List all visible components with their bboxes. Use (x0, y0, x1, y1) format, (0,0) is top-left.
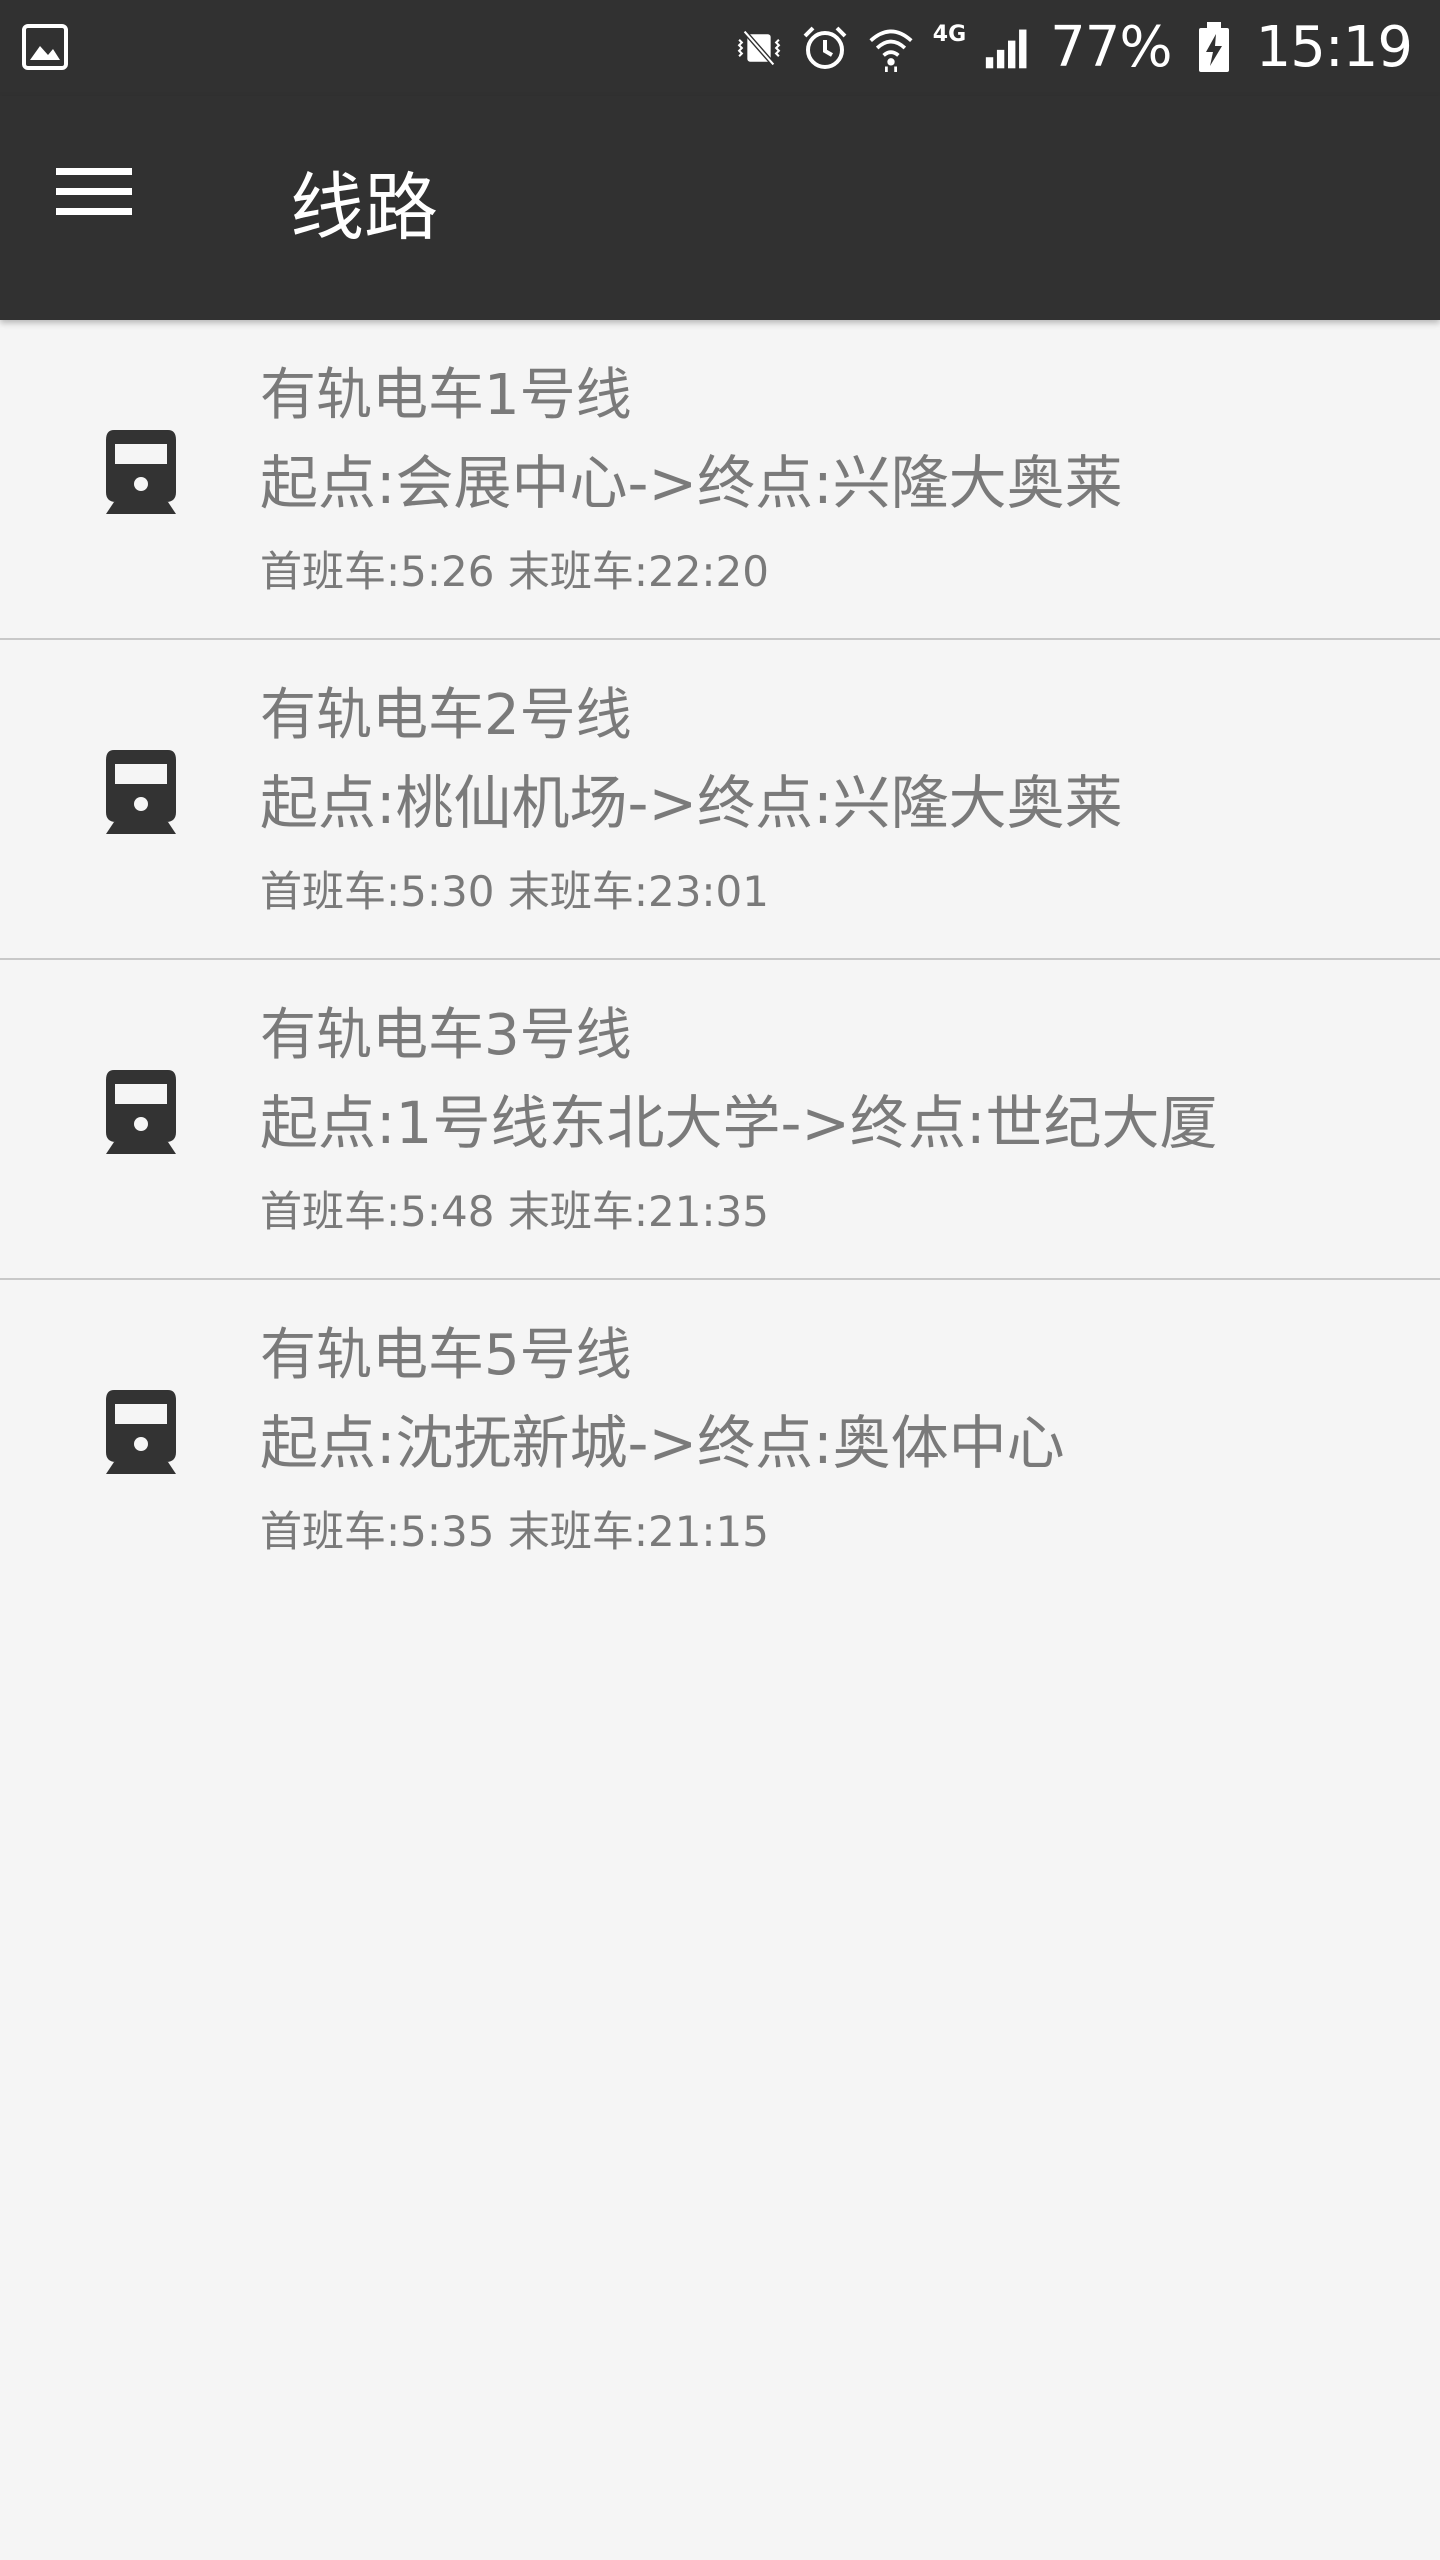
wifi-icon (867, 24, 915, 72)
route-times: 首班车:5:35 末班车:21:15 (260, 1507, 770, 1556)
battery-charging-icon (1190, 22, 1238, 72)
route-list-item[interactable]: 有轨电车2号线 起点:桃仙机场->终点:兴隆大奥莱 首班车:5:30 末班车:2… (0, 640, 1440, 960)
route-name: 有轨电车5号线 (260, 1323, 632, 1388)
route-stops: 起点:1号线东北大学->终点:世纪大厦 (260, 1089, 1218, 1157)
tram-icon (106, 750, 176, 836)
route-name: 有轨电车1号线 (260, 363, 632, 428)
route-list: 有轨电车1号线 起点:会展中心->终点:兴隆大奥莱 首班车:5:26 末班车:2… (0, 320, 1440, 1600)
route-stops: 起点:会展中心->终点:兴隆大奥莱 (260, 449, 1123, 517)
status-icons: 4G 77% 15:19 (735, 0, 1413, 96)
battery-percent: 77% (1050, 15, 1172, 80)
route-list-item[interactable]: 有轨电车5号线 起点:沈抚新城->终点:奥体中心 首班车:5:35 末班车:21… (0, 1280, 1440, 1600)
vibrate-mute-icon (735, 24, 783, 72)
route-list-item[interactable]: 有轨电车3号线 起点:1号线东北大学->终点:世纪大厦 首班车:5:48 末班车… (0, 960, 1440, 1280)
image-notification-icon (22, 24, 68, 70)
route-name: 有轨电车2号线 (260, 683, 632, 748)
hamburger-menu-icon[interactable] (38, 136, 150, 248)
route-name: 有轨电车3号线 (260, 1003, 632, 1068)
route-times: 首班车:5:48 末班车:21:35 (260, 1187, 770, 1236)
network-type-label: 4G (932, 21, 967, 47)
app-bar: 线路 (0, 96, 1440, 320)
route-stops: 起点:沈抚新城->终点:奥体中心 (260, 1409, 1065, 1477)
route-list-item[interactable]: 有轨电车1号线 起点:会展中心->终点:兴隆大奥莱 首班车:5:26 末班车:2… (0, 320, 1440, 640)
status-bar: 4G 77% 15:19 (0, 0, 1440, 96)
clock-time: 15:19 (1255, 15, 1413, 80)
route-times: 首班车:5:26 末班车:22:20 (260, 547, 770, 596)
tram-icon (106, 430, 176, 516)
signal-icon (984, 24, 1032, 72)
tram-icon (106, 1070, 176, 1156)
route-times: 首班车:5:30 末班车:23:01 (260, 867, 770, 916)
page-title: 线路 (290, 165, 438, 251)
tram-icon (106, 1390, 176, 1476)
alarm-icon (801, 24, 849, 72)
route-stops: 起点:桃仙机场->终点:兴隆大奥莱 (260, 769, 1123, 837)
